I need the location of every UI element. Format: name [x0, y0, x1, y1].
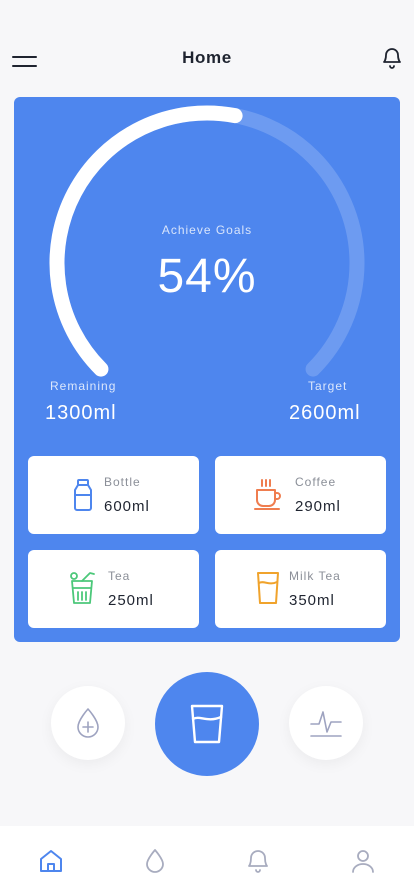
drink-card-tea[interactable]: Tea 250ml [28, 550, 199, 628]
nav-water[interactable] [142, 848, 168, 874]
progress-percent: 54% [157, 250, 257, 303]
target-label: Target [308, 379, 348, 393]
nav-home[interactable] [38, 848, 64, 874]
drink-amount: 600ml [104, 498, 150, 515]
drink-card-coffee[interactable]: Coffee 290ml [215, 456, 386, 534]
tea-glass-icon [70, 572, 95, 604]
bottle-icon [74, 479, 92, 511]
drink-name: Bottle [104, 475, 141, 489]
bell-icon [248, 850, 268, 873]
statistics-button[interactable] [289, 686, 363, 760]
add-water-button[interactable] [51, 686, 125, 760]
drink-name: Tea [108, 569, 131, 583]
target-value: 2600ml [289, 402, 361, 424]
coffee-cup-icon [254, 479, 281, 510]
drink-card-milk-tea[interactable]: Milk Tea 350ml [215, 550, 386, 628]
home-icon [40, 850, 62, 872]
drink-amount: 250ml [108, 592, 154, 609]
drink-name: Coffee [295, 475, 337, 489]
profile-icon [352, 850, 374, 873]
bottom-navigation [0, 826, 414, 896]
add-drop-icon [77, 708, 99, 738]
nav-reminders[interactable] [245, 848, 271, 874]
nav-profile[interactable] [350, 848, 376, 874]
glass-of-water-icon [190, 704, 224, 744]
header: Home [0, 0, 414, 97]
gauge-fill [49, 105, 243, 377]
drink-amount: 350ml [289, 592, 335, 609]
hydration-progress-card: Achieve Goals 54% Remaining 1300ml Targe… [14, 97, 400, 642]
activity-chart-icon [310, 711, 342, 737]
remaining-label: Remaining [50, 379, 117, 393]
milk-tea-cup-icon [257, 572, 279, 604]
progress-gauge [49, 105, 365, 377]
page-title: Home [182, 48, 232, 67]
drink-card-bottle[interactable]: Bottle 600ml [28, 456, 199, 534]
drop-icon [146, 849, 164, 873]
achieve-goals-label: Achieve Goals [161, 223, 253, 237]
remaining-value: 1300ml [45, 402, 117, 424]
notification-bell-icon[interactable] [380, 46, 404, 70]
drink-name: Milk Tea [289, 569, 341, 583]
log-drink-button[interactable] [155, 672, 259, 776]
drink-amount: 290ml [295, 498, 341, 515]
